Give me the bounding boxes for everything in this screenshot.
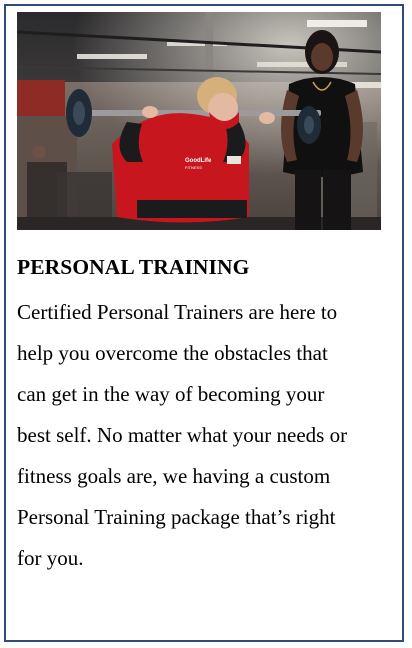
body-paragraph: Certified Personal Trainers are here to … [17, 292, 389, 579]
body-line: fitness goals are, we having a custom [17, 464, 331, 488]
section-heading: PERSONAL TRAINING [17, 255, 250, 279]
body-line: can get in the way of becoming your [17, 382, 325, 406]
body-line: Personal Training package that’s right [17, 505, 336, 529]
body-line: Certified Personal Trainers are here to [17, 300, 338, 324]
shirt-logo: GoodLife [185, 158, 212, 164]
personal-training-photo: GoodLife FITNESS [17, 12, 381, 230]
body-line: for you. [17, 546, 84, 570]
shirt-logo-sub: FITNESS [185, 165, 202, 170]
gym-scene-illustration: GoodLife FITNESS [17, 12, 381, 230]
body-line: help you overcome the obstacles that [17, 341, 328, 365]
body-line: best self. No matter what your needs or [17, 423, 348, 447]
